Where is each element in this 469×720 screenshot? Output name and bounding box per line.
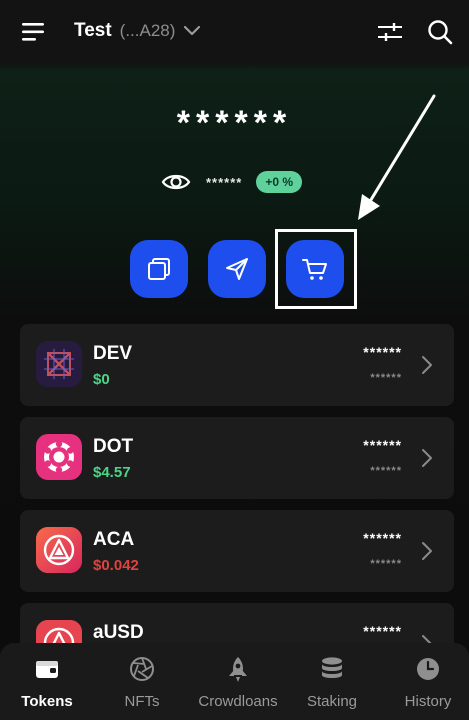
receive-button[interactable] [130,240,188,298]
copy-icon [148,258,170,280]
nav-staking[interactable]: Staking [302,643,362,720]
hidden-change-value: ****** [206,174,243,190]
eye-icon [161,174,191,190]
acala-icon [36,527,82,573]
nav-label: Crowdloans [198,693,278,710]
nav-label: Staking [306,693,358,710]
chevron-down-icon [184,25,201,36]
chevron-right-icon [422,449,432,467]
search-icon [428,20,453,45]
dot-logo [36,434,82,480]
balance-sub-row: ****** +0 % [160,168,303,196]
search-button[interactable] [422,14,458,50]
token-row-aca[interactable]: ACA $0.042 ****** ****** [20,510,454,592]
nav-history[interactable]: History [398,643,458,720]
cart-icon [302,259,327,280]
toggle-visibility-button[interactable] [160,168,192,196]
token-amount: ****** [363,623,402,639]
token-price: $0 [93,371,110,388]
nav-label: Tokens [21,693,73,710]
token-amount: ****** [363,437,402,453]
account-address: (...A28) [119,21,176,40]
token-value: ****** [370,558,402,570]
nav-tokens[interactable]: Tokens [18,643,76,720]
buy-button[interactable] [286,240,344,298]
chevron-right-icon [422,542,432,560]
token-symbol: DOT [93,436,134,457]
token-value: ****** [370,372,402,384]
send-button[interactable] [208,240,266,298]
header: Test (...A28) [0,0,469,64]
total-balance: ****** [176,104,293,142]
token-row-dev[interactable]: DEV $0 ****** ****** [20,324,454,406]
database-icon [322,657,342,678]
wallet-app: Test (...A28) ****** ****** +0 % DEV $0 … [0,0,469,720]
token-price: $0.042 [93,557,139,574]
paper-plane-icon [226,258,248,280]
chevron-right-icon [422,356,432,374]
menu-button[interactable] [16,14,52,50]
dev-token-icon [36,341,82,387]
polkadot-icon [44,440,74,474]
wallet-icon [36,661,58,678]
filter-button[interactable] [372,14,408,50]
nav-label: NFTs [124,693,160,710]
hamburger-menu-icon [22,23,44,41]
aperture-icon [130,657,154,681]
dev-logo [36,341,82,387]
bottom-nav: Tokens NFTs Crowdloans Staking History [0,643,469,720]
token-row-dot[interactable]: DOT $4.57 ****** ****** [20,417,454,499]
token-price: $4.57 [93,464,131,481]
token-amount: ****** [363,344,402,360]
account-selector[interactable]: Test (...A28) [74,20,201,42]
nav-label: History [404,693,452,710]
token-symbol: ACA [93,529,135,550]
rocket-icon [229,657,247,682]
token-symbol: DEV [93,343,133,364]
clock-icon [417,658,439,680]
token-amount: ****** [363,530,402,546]
sliders-icon [378,23,402,41]
account-name: Test [74,20,112,41]
token-symbol: aUSD [93,622,144,643]
nav-crowdloans[interactable]: Crowdloans [190,643,286,720]
token-value: ****** [370,465,402,477]
aca-logo [36,527,82,573]
change-percent-badge: +0 % [256,171,303,193]
nav-nfts[interactable]: NFTs [117,643,167,720]
